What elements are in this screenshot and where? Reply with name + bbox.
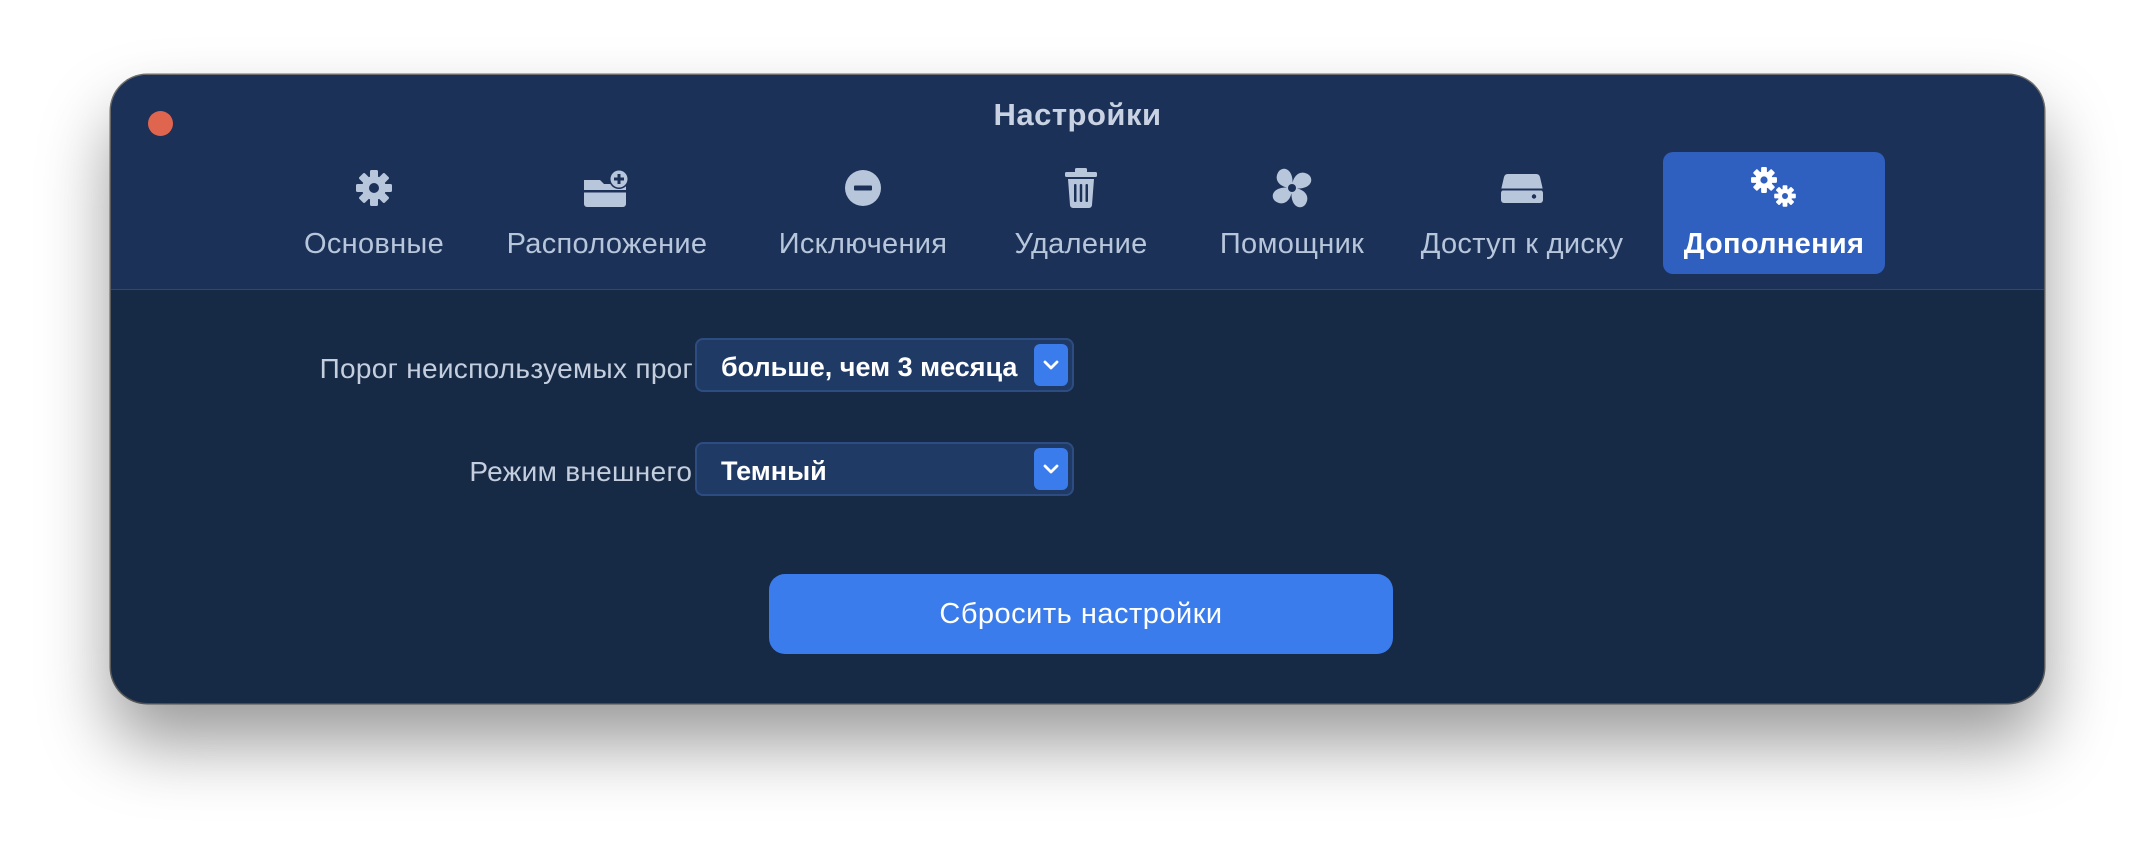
tab-general[interactable]: Основные <box>289 152 459 274</box>
tab-label: Исключения <box>778 228 948 260</box>
tab-assistant[interactable]: Помощник <box>1202 152 1382 274</box>
unused-threshold-label: Порог неиспользуемых программ: <box>319 353 772 384</box>
tab-exclusions[interactable]: Исключения <box>763 152 963 274</box>
tab-label: Помощник <box>1219 228 1365 260</box>
settings-window: Настройки Основные Расположение Исключен… <box>111 75 2044 703</box>
drive-icon <box>1405 164 1639 212</box>
tab-uninstall[interactable]: Удаление <box>999 152 1163 274</box>
tab-label: Доступ к диску <box>1420 228 1624 260</box>
chevron-down-icon[interactable] <box>1034 448 1068 490</box>
gears-icon <box>1663 164 1885 212</box>
tab-disk-access[interactable]: Доступ к диску <box>1405 152 1639 274</box>
reset-settings-button[interactable]: Сбросить настройки <box>769 574 1393 654</box>
tab-location[interactable]: Расположение <box>492 152 722 274</box>
window-title: Настройки <box>993 97 1162 132</box>
unused-threshold-value: больше, чем 3 месяца <box>721 352 1018 382</box>
chevron-down-icon[interactable] <box>1034 344 1068 386</box>
tab-label: Расположение <box>506 228 708 260</box>
appearance-mode-select[interactable]: Темный <box>695 442 1074 496</box>
tab-label: Дополнения <box>1683 228 1865 260</box>
appearance-mode-value: Темный <box>721 456 827 486</box>
appearance-mode-label: Режим внешнего вида: <box>469 456 772 487</box>
trash-icon <box>999 164 1163 212</box>
gear-icon <box>289 164 459 212</box>
folder-plus-icon <box>492 164 722 212</box>
tab-label: Удаление <box>1014 228 1148 260</box>
minus-circle-icon <box>763 164 963 212</box>
toolbar: Настройки Основные Расположение Исключен… <box>111 75 2044 290</box>
assistant-swirl-icon <box>1202 164 1382 212</box>
unused-threshold-select[interactable]: больше, чем 3 месяца <box>695 338 1074 392</box>
tab-extras[interactable]: Дополнения <box>1663 152 1885 274</box>
tab-label: Основные <box>304 228 444 260</box>
